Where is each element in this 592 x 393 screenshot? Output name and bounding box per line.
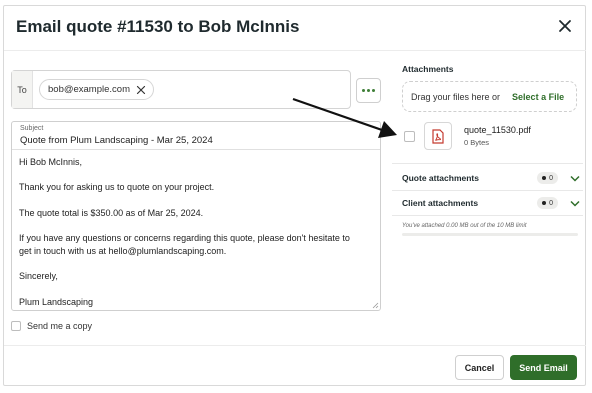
body-line: If you have any questions or concerns re… (19, 233, 350, 244)
send-copy-checkbox[interactable] (11, 321, 21, 331)
dialog-title: Email quote #11530 to Bob McInnis (16, 17, 300, 36)
chevron-down-icon[interactable] (570, 200, 580, 207)
attachment-file-row: quote_11530.pdf 0 Bytes (404, 122, 531, 150)
chevron-down-icon[interactable] (570, 175, 580, 182)
recipient-chip[interactable]: bob@example.com (39, 79, 154, 100)
attachment-usage-bar (402, 233, 578, 236)
more-icon (362, 89, 365, 92)
section-divider (392, 190, 583, 191)
pdf-icon (424, 122, 452, 150)
subject-divider (12, 149, 380, 150)
resize-handle-icon[interactable] (372, 302, 379, 309)
file-dropzone[interactable]: Drag your files here or Select a File (402, 81, 577, 112)
body-line: Hi Bob McInnis, (19, 157, 83, 167)
subject-input[interactable]: Quote from Plum Landscaping - Mar 25, 20… (20, 135, 213, 146)
file-name: quote_11530.pdf (464, 125, 531, 135)
more-options-button[interactable] (356, 78, 381, 103)
attachments-title: Attachments (402, 64, 454, 74)
body-line: The quote total is $350.00 as of Mar 25,… (19, 207, 204, 218)
send-copy-option[interactable]: Send me a copy (11, 321, 92, 331)
send-email-button[interactable]: Send Email (510, 355, 577, 380)
close-icon[interactable] (557, 18, 573, 34)
send-copy-label: Send me a copy (27, 321, 93, 331)
select-file-button[interactable]: Select a File (512, 92, 564, 102)
section-label: Client attachments (402, 198, 479, 208)
cancel-button[interactable]: Cancel (455, 355, 504, 380)
body-line: Thank you for asking us to quote on your… (19, 182, 215, 193)
to-label: To (12, 71, 33, 108)
section-divider (392, 163, 583, 164)
message-body[interactable]: Hi Bob McInnis, Thank you for asking us … (19, 156, 374, 308)
count-badge: 0 (537, 197, 558, 209)
footer-divider (4, 345, 586, 346)
subject-label: Subject (20, 125, 44, 132)
file-select-checkbox[interactable] (404, 130, 415, 142)
file-size: 0 Bytes (464, 138, 490, 147)
count-badge: 0 (537, 172, 558, 184)
dropzone-text: Drag your files here or (411, 91, 501, 102)
body-line: Plum Landscaping (19, 296, 94, 307)
section-divider (392, 215, 583, 216)
client-attachments-section[interactable]: Client attachments 0 (402, 193, 580, 213)
message-editor[interactable]: Subject Quote from Plum Landscaping - Ma… (11, 121, 381, 311)
section-label: Quote attachments (402, 173, 479, 183)
recipients-field[interactable]: To bob@example.com (11, 70, 351, 109)
recipient-email: bob@example.com (48, 84, 130, 95)
remove-recipient-icon[interactable] (135, 84, 147, 96)
body-line: get in touch with us at hello@plumlandsc… (19, 245, 227, 256)
quote-attachments-section[interactable]: Quote attachments 0 (402, 168, 580, 188)
attachment-limit-text: You've attached 0.00 MB out of the 10 MB… (402, 223, 527, 229)
header-divider (4, 50, 586, 51)
body-line: Sincerely, (19, 271, 58, 282)
